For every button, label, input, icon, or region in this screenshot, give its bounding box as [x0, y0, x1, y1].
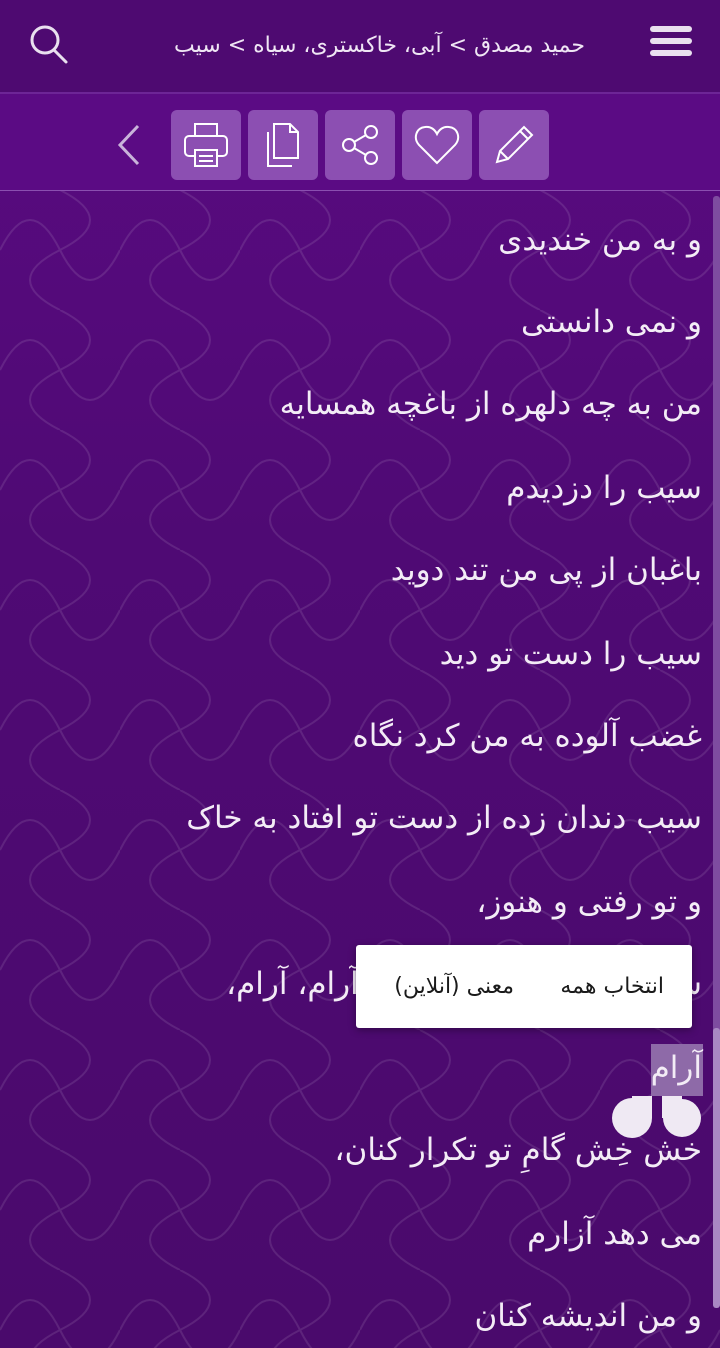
- print-button[interactable]: [171, 110, 241, 180]
- selection-handle-right[interactable]: [662, 1096, 702, 1138]
- text-selection-context-menu: انتخاب همه معنی (آنلاین): [356, 945, 692, 1028]
- hamburger-menu-icon[interactable]: [650, 26, 692, 62]
- select-all-menu-item[interactable]: انتخاب همه: [560, 945, 664, 1028]
- edit-button[interactable]: [479, 110, 549, 180]
- heart-icon: [414, 125, 460, 165]
- favorite-button[interactable]: [402, 110, 472, 180]
- poem-line[interactable]: و تو رفتی و هنوز،: [476, 884, 702, 920]
- poem-line[interactable]: می دهد آزارم: [527, 1216, 702, 1252]
- chevron-left-icon: [117, 124, 140, 166]
- print-icon: [184, 123, 228, 167]
- poem-line[interactable]: باغبان از پی من تند دوید: [391, 552, 702, 588]
- poem-line[interactable]: سیب دندان زده از دست تو افتاد به خاک: [186, 800, 702, 836]
- scrollbar-thumb[interactable]: [713, 1028, 720, 1308]
- copy-button[interactable]: [248, 110, 318, 180]
- poem-line[interactable]: من به چه دلهره از باغچه همسایه: [280, 386, 702, 422]
- poem-line[interactable]: و من اندیشه کنان: [475, 1298, 702, 1334]
- meaning-online-menu-item[interactable]: معنی (آنلاین): [394, 945, 514, 1028]
- poem-line-selected[interactable]: آرام: [651, 1050, 702, 1086]
- poem-line[interactable]: و به من خندیدی: [498, 222, 702, 258]
- breadcrumb[interactable]: حمید مصدق > آبی، خاکستری، سیاه > سیب: [174, 26, 585, 66]
- copy-icon: [267, 123, 299, 167]
- poem-line[interactable]: سیب را دزدیدم: [506, 470, 702, 506]
- poem-line[interactable]: و نمی دانستی: [521, 304, 702, 340]
- edit-icon: [495, 125, 534, 164]
- share-button[interactable]: [325, 110, 395, 180]
- poem-content: و به من خندیدی و نمی دانستی من به چه دله…: [0, 190, 720, 1348]
- share-icon: [342, 125, 378, 165]
- action-toolbar: [0, 94, 720, 191]
- search-button[interactable]: [26, 22, 70, 66]
- selection-handle-left[interactable]: [612, 1096, 652, 1138]
- poem-line[interactable]: غضب آلوده به من کرد نگاه: [353, 718, 702, 754]
- back-button[interactable]: [112, 122, 148, 168]
- poem-line[interactable]: سیب را دست تو دید: [440, 636, 702, 672]
- app-header: حمید مصدق > آبی، خاکستری، سیاه > سیب: [0, 0, 720, 92]
- search-icon: [30, 25, 68, 64]
